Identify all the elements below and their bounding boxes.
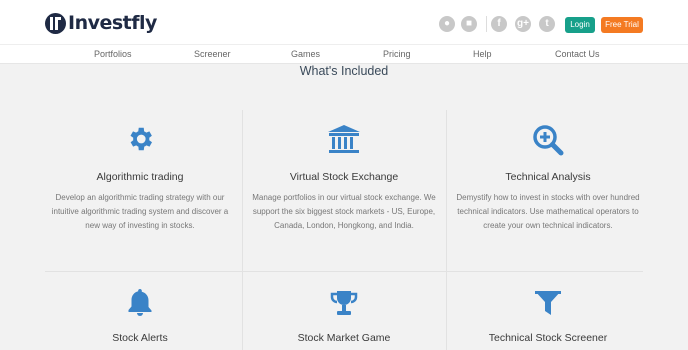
logo-text: Investfly: [68, 12, 157, 34]
feature-title: Technical Analysis: [505, 171, 591, 183]
feature-stock-alerts: Stock Alerts: [45, 287, 235, 350]
filter-icon: [535, 291, 561, 315]
trophy-icon: [330, 291, 358, 315]
feature-title: Stock Alerts: [112, 332, 168, 344]
nav-item-contact-us[interactable]: Contact Us: [555, 49, 600, 59]
nav-item-pricing[interactable]: Pricing: [383, 49, 411, 59]
feature-technical-analysis: Technical Analysis Demystify how to inve…: [453, 124, 643, 264]
apple-icon[interactable]: ●: [439, 16, 455, 32]
feature-stock-market-game: Stock Market Game: [249, 289, 439, 350]
logo[interactable]: Investfly: [45, 12, 157, 34]
feature-title: Virtual Stock Exchange: [289, 171, 399, 183]
grid-divider-h: [45, 271, 643, 272]
header-divider: [486, 16, 487, 32]
feature-description: Develop an algorithmic trading strategy …: [51, 193, 229, 230]
zoom-in-icon: [533, 125, 564, 156]
grid-divider-v1: [242, 110, 243, 350]
logo-mark-icon: [45, 12, 66, 34]
feature-virtual-stock-exchange: Virtual Stock Exchange Manage portfolios…: [249, 124, 439, 264]
login-button[interactable]: Login: [565, 17, 595, 33]
nav-item-portfolios[interactable]: Portfolios: [94, 49, 132, 59]
android-icon[interactable]: ■: [461, 16, 477, 32]
grid-divider-v2: [446, 110, 447, 350]
feature-title: Stock Market Game: [297, 332, 391, 344]
feature-description: Demystify how to invest in stocks with o…: [456, 193, 640, 230]
google-plus-icon[interactable]: g+: [515, 16, 531, 32]
twitter-icon[interactable]: t: [539, 16, 555, 32]
feature-technical-stock-screener: Technical Stock Screener: [453, 290, 643, 350]
free-trial-button[interactable]: Free Trial: [601, 17, 643, 33]
top-header: Investfly ● ■ f g+ t Login Free Trial: [0, 0, 688, 44]
nav-item-games[interactable]: Games: [291, 49, 320, 59]
feature-title: Technical Stock Screener: [488, 332, 608, 344]
bell-icon: [128, 289, 152, 316]
facebook-icon[interactable]: f: [491, 16, 507, 32]
section-title: What's Included: [299, 64, 389, 78]
nav-item-screener[interactable]: Screener: [194, 49, 231, 59]
main-nav: Portfolios Screener Games Pricing Help C…: [0, 44, 688, 64]
nav-item-help[interactable]: Help: [473, 49, 492, 59]
gear-icon: [130, 127, 152, 151]
feature-algorithmic-trading: Algorithmic trading Develop an algorithm…: [45, 124, 235, 264]
feature-title: Algorithmic trading: [96, 171, 184, 183]
bank-icon: [328, 125, 360, 153]
feature-description: Manage portfolios in our virtual stock e…: [252, 193, 436, 230]
